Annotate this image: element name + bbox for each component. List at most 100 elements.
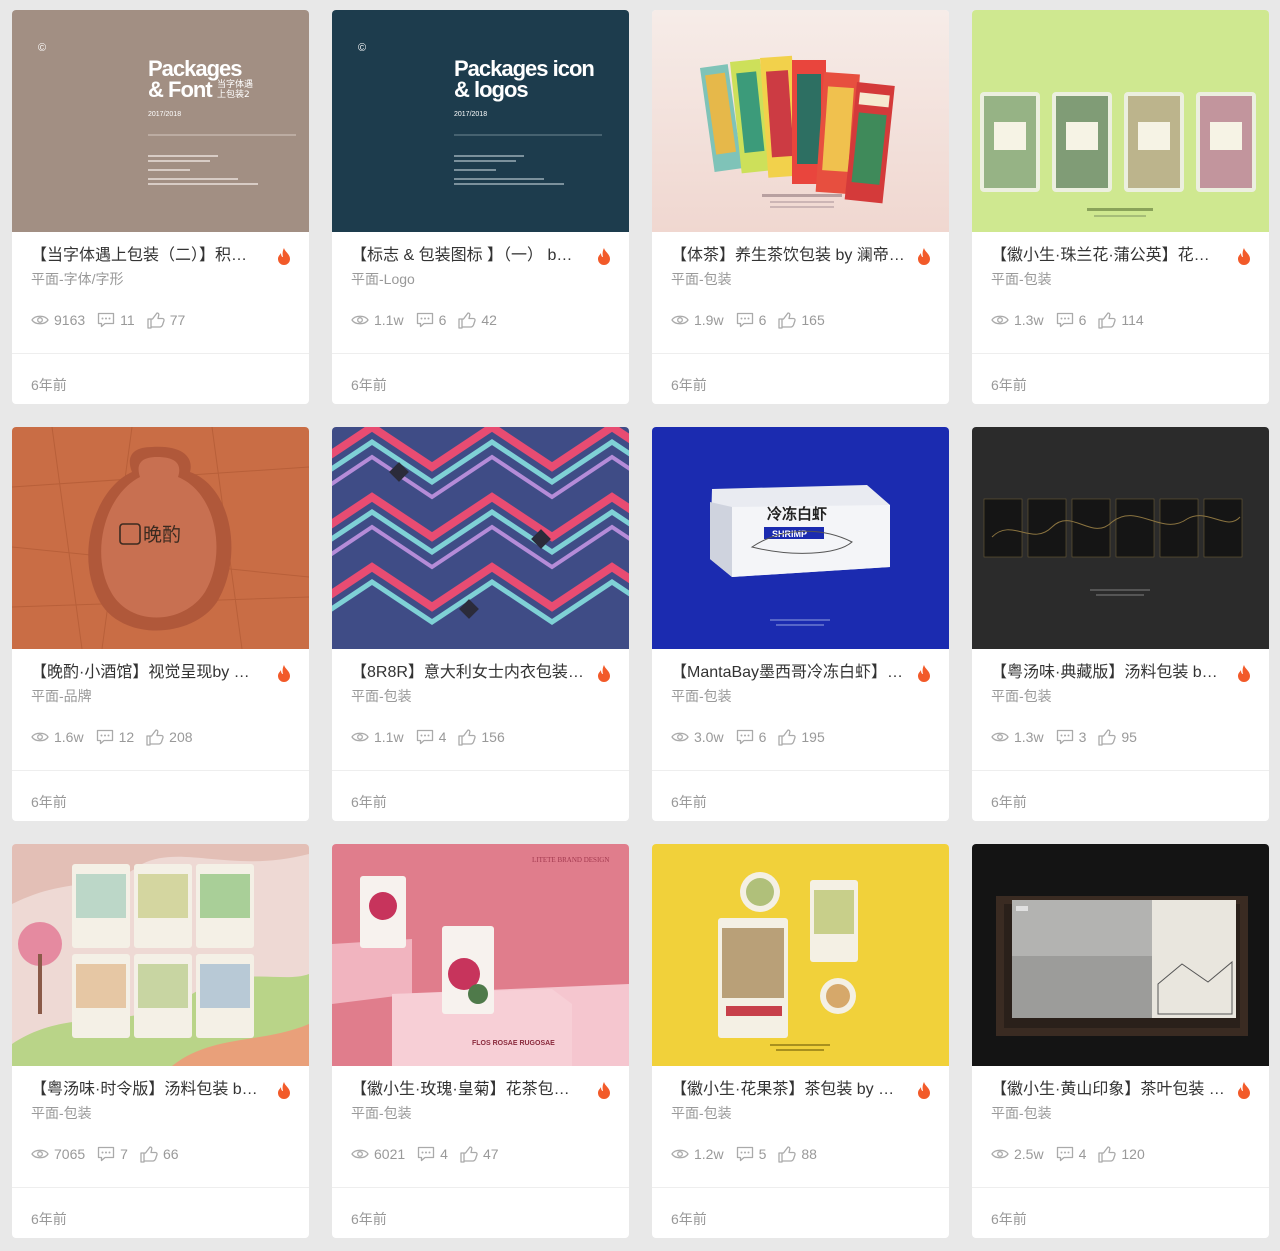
fire-icon	[598, 248, 610, 265]
card-title[interactable]: 【徽小生·黄山印象】茶叶包装 …	[991, 1079, 1227, 1101]
card-title[interactable]: 【标志 & 包装图标 】（一） b…	[351, 245, 587, 267]
project-card[interactable]: 【徽小生·花果茶】茶包装 by … 平面-包装 1.2w 5 88 6年前	[652, 844, 949, 1238]
card-category[interactable]: 平面-字体/字形	[31, 269, 124, 289]
card-category[interactable]: 平面-包装	[991, 269, 1052, 289]
card-title[interactable]: 【徽小生·珠兰花·蒲公英】花…	[991, 245, 1227, 267]
project-card[interactable]: 晚酌 【晚酌·小酒馆】视觉呈现by … 平面-品牌 1.6w 12 208 6年…	[12, 427, 309, 821]
project-card[interactable]: 【徽小生·珠兰花·蒲公英】花… 平面-包装 1.3w 6 114 6年前	[972, 10, 1269, 404]
cover-copyright: ©	[38, 42, 46, 54]
comment-icon	[1056, 312, 1073, 328]
views-count: 1.3w	[1014, 729, 1044, 745]
fire-icon	[918, 665, 930, 682]
card-category[interactable]: 平面-包装	[671, 686, 732, 706]
card-title[interactable]: 【徽小生·玫瑰·皇菊】花茶包…	[351, 1079, 587, 1101]
card-thumbnail[interactable]	[972, 10, 1269, 232]
card-stats: 1.2w 5 88	[671, 1143, 829, 1165]
likes-count: 77	[169, 312, 186, 328]
comment-icon	[418, 1146, 435, 1162]
card-divider	[972, 770, 1269, 771]
card-thumbnail[interactable]: © Packages & Font 当字体遇 上包装2 2017/2018	[12, 10, 309, 232]
cover-title-line2: & Font	[148, 77, 213, 102]
project-card[interactable]: LITETE BRAND DESIGN FLOS ROSAE RUGOSAE 【…	[332, 844, 629, 1238]
views-stat: 7065	[31, 1146, 85, 1162]
comments-count: 11	[120, 312, 135, 328]
views-stat: 1.3w	[991, 312, 1044, 328]
card-category[interactable]: 平面-Logo	[351, 269, 415, 289]
comments-count: 6	[758, 729, 767, 745]
thumbs-up-icon	[458, 728, 477, 746]
card-title[interactable]: 【当字体遇上包装（二）】积…	[31, 245, 267, 267]
card-thumbnail[interactable]: © Packages icon & logos 2017/2018	[332, 10, 629, 232]
comments-count: 6	[438, 312, 447, 328]
likes-stat: 195	[778, 728, 825, 746]
comments-count: 4	[1078, 1146, 1087, 1162]
views-count: 2.5w	[1014, 1146, 1044, 1162]
card-thumbnail[interactable]	[972, 427, 1269, 649]
eye-icon	[991, 1149, 1009, 1159]
comments-count: 4	[440, 1146, 448, 1162]
card-category[interactable]: 平面-包装	[31, 1103, 92, 1123]
project-card[interactable]: 【体茶】养生茶饮包装 by 澜帝… 平面-包装 1.9w 6 165 6年前	[652, 10, 949, 404]
project-card[interactable]: 【8R8R】意大利女士内衣包装… 平面-包装 1.1w 4 156 6年前	[332, 427, 629, 821]
comments-count: 6	[758, 312, 767, 328]
card-title[interactable]: 【MantaBay墨西哥冷冻白虾】…	[671, 662, 907, 684]
card-title[interactable]: 【徽小生·花果茶】茶包装 by …	[671, 1079, 907, 1101]
views-stat: 1.2w	[671, 1146, 724, 1162]
card-thumbnail[interactable]	[652, 844, 949, 1066]
eye-icon	[991, 732, 1009, 742]
card-category[interactable]: 平面-包装	[671, 269, 732, 289]
comments-stat: 6	[736, 312, 767, 328]
card-time: 6年前	[31, 377, 67, 393]
eye-icon	[671, 1149, 689, 1159]
card-time: 6年前	[351, 1211, 387, 1227]
project-card[interactable]: © Packages icon & logos 2017/2018 【标志 & …	[332, 10, 629, 404]
card-category[interactable]: 平面-包装	[671, 1103, 732, 1123]
card-thumbnail[interactable]	[652, 10, 949, 232]
card-category[interactable]: 平面-包装	[351, 1103, 412, 1123]
card-divider	[332, 1187, 629, 1188]
card-divider	[12, 770, 309, 771]
card-thumbnail[interactable]	[12, 844, 309, 1066]
card-category[interactable]: 平面-包装	[991, 1103, 1052, 1123]
comment-icon	[1056, 1146, 1073, 1162]
card-title[interactable]: 【8R8R】意大利女士内衣包装…	[351, 662, 587, 684]
card-thumbnail[interactable]: LITETE BRAND DESIGN FLOS ROSAE RUGOSAE	[332, 844, 629, 1066]
card-title[interactable]: 【粤汤味·时令版】汤料包装 b…	[31, 1079, 267, 1101]
views-stat: 1.9w	[671, 312, 724, 328]
card-thumbnail[interactable]: 晚酌	[12, 427, 309, 649]
card-title[interactable]: 【体茶】养生茶饮包装 by 澜帝…	[671, 245, 907, 267]
likes-stat: 95	[1098, 728, 1137, 746]
thumbs-up-icon	[146, 728, 164, 746]
fire-icon	[918, 1082, 930, 1099]
likes-count: 156	[481, 729, 505, 745]
project-card[interactable]: 【粤汤味·典藏版】汤料包装 b… 平面-包装 1.3w 3 95 6年前	[972, 427, 1269, 821]
card-stats: 1.9w 6 165	[671, 309, 837, 331]
project-card[interactable]: 【粤汤味·时令版】汤料包装 b… 平面-包装 7065 7 66 6年前	[12, 844, 309, 1238]
cover-logo: 晚酌	[143, 524, 181, 546]
project-card[interactable]: 冷冻白虾 SHRIMP 【MantaBay墨西哥冷冻白虾】… 平面-包装 3.0…	[652, 427, 949, 821]
project-card[interactable]: 【徽小生·黄山印象】茶叶包装 … 平面-包装 2.5w 4 120 6年前	[972, 844, 1269, 1238]
project-card[interactable]: © Packages & Font 当字体遇 上包装2 2017/2018 【当…	[12, 10, 309, 404]
cover-cn-line2: 上包装2	[217, 88, 250, 100]
card-divider	[12, 1187, 309, 1188]
likes-count: 88	[801, 1146, 817, 1162]
eye-icon	[671, 315, 689, 325]
views-stat: 9163	[31, 312, 85, 328]
views-count: 1.6w	[54, 729, 84, 745]
card-category[interactable]: 平面-包装	[991, 686, 1052, 706]
card-category[interactable]: 平面-品牌	[31, 686, 92, 706]
views-count: 1.1w	[374, 312, 404, 328]
card-thumbnail[interactable]	[332, 427, 629, 649]
card-category[interactable]: 平面-包装	[351, 686, 412, 706]
comments-stat: 6	[1056, 312, 1086, 328]
comments-stat: 4	[1056, 1146, 1087, 1162]
views-count: 1.9w	[694, 312, 724, 328]
card-time: 6年前	[991, 1211, 1027, 1227]
card-thumbnail[interactable]	[972, 844, 1269, 1066]
card-title[interactable]: 【粤汤味·典藏版】汤料包装 b…	[991, 662, 1227, 684]
card-stats: 1.3w 6 114	[991, 309, 1156, 331]
comment-icon	[416, 312, 433, 328]
likes-count: 114	[1121, 312, 1144, 328]
card-title[interactable]: 【晚酌·小酒馆】视觉呈现by …	[31, 662, 267, 684]
card-thumbnail[interactable]: 冷冻白虾 SHRIMP	[652, 427, 949, 649]
